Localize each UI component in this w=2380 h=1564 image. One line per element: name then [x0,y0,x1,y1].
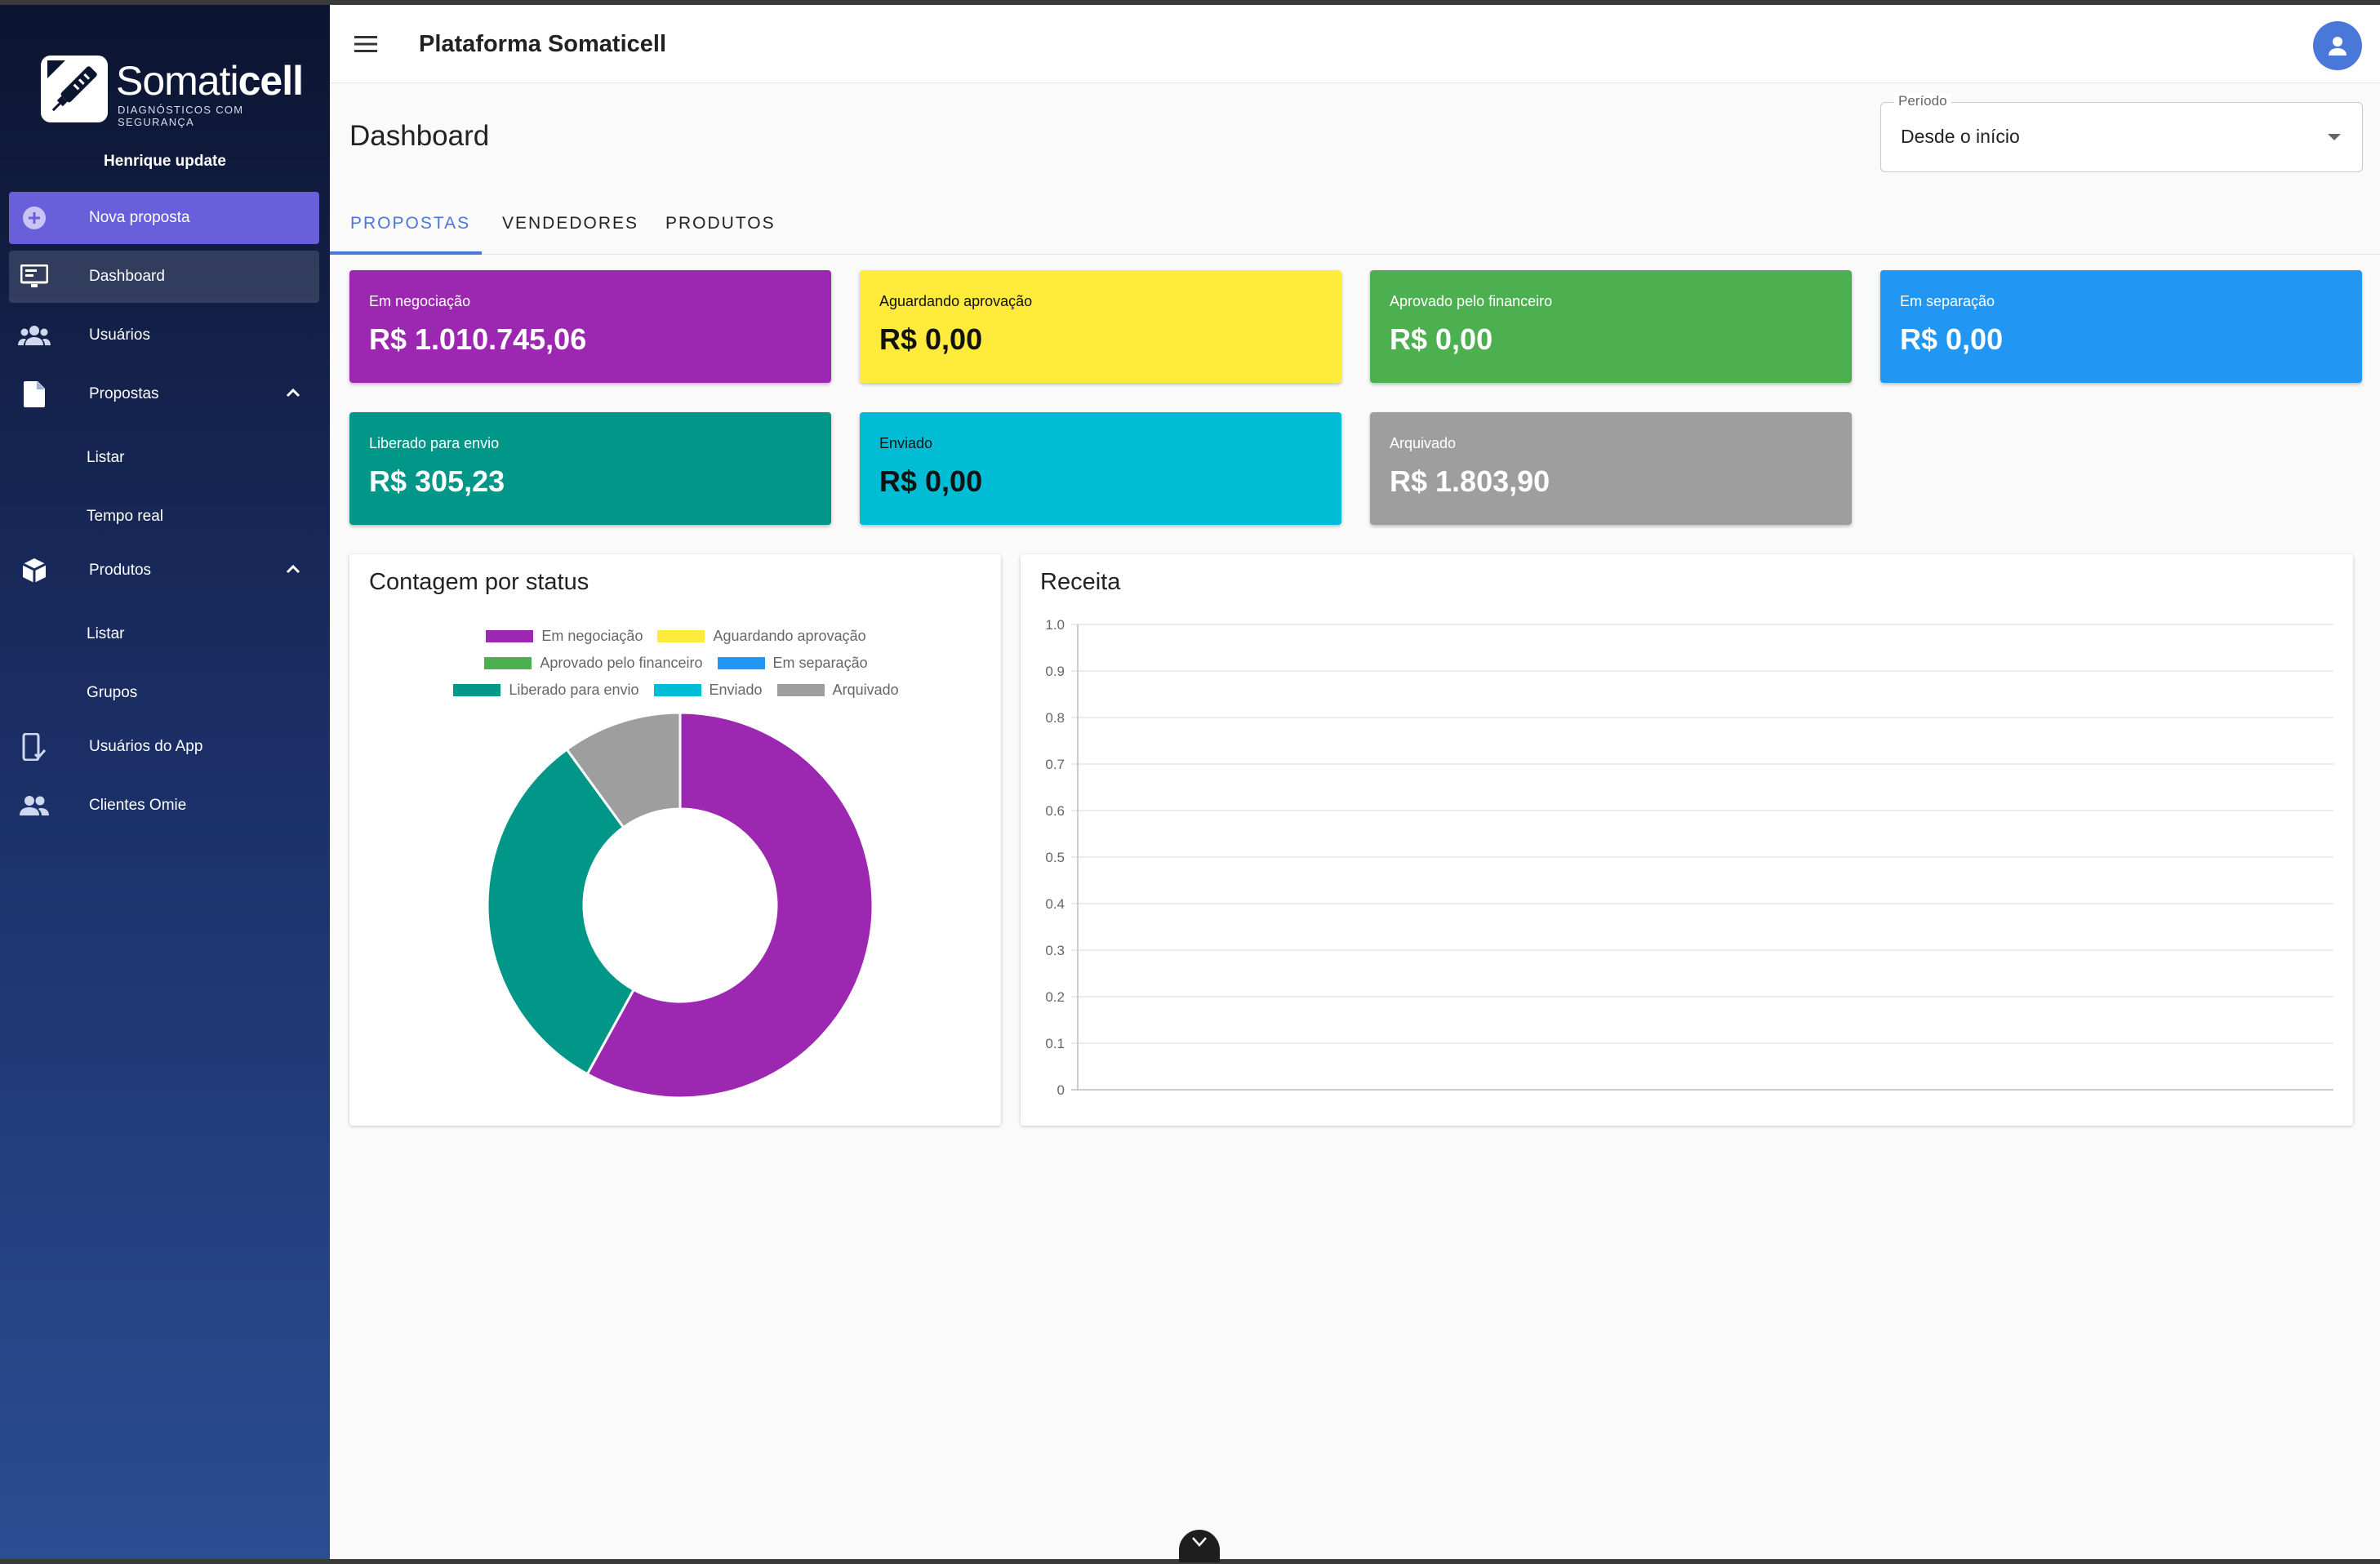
active-tab-indicator [330,251,482,255]
status-card-em-separacao[interactable]: Em separação R$ 0,00 [1880,270,2362,383]
period-select[interactable]: Período Desde o início [1880,93,2363,172]
sidebar-item-label: Clientes Omie [89,797,187,814]
sidebar-subitem-tempo-real[interactable]: Tempo real [87,508,163,526]
tab-propostas[interactable]: PROPOSTAS [350,214,470,233]
brand-name: Somaticell [116,58,304,104]
y-tick-label: 0.7 [1045,757,1065,772]
chevron-up-icon[interactable] [283,559,303,584]
people-icon [18,789,51,822]
top-bar: Plataforma Somaticell [330,5,2380,83]
donut-chart [486,711,874,1100]
user-name: Henrique update [104,153,226,170]
status-card-aguardando-aprovacao[interactable]: Aguardando aprovação R$ 0,00 [860,270,1341,383]
card-value: R$ 0,00 [879,464,983,498]
new-proposal-label: Nova proposta [89,209,190,226]
status-card-aprovado-financeiro[interactable]: Aprovado pelo financeiro R$ 0,00 [1370,270,1852,383]
card-value: R$ 0,00 [879,322,983,356]
add-circle-icon [18,202,51,234]
sidebar-item-dashboard[interactable]: Dashboard [9,251,319,303]
status-card-enviado[interactable]: Enviado R$ 0,00 [860,412,1341,525]
card-value: R$ 1.803,90 [1390,464,1550,498]
account-avatar-icon[interactable] [2313,21,2362,70]
card-value: R$ 0,00 [1390,322,1493,356]
y-tick-label: 0.4 [1045,896,1065,912]
y-tick-label: 0 [1057,1082,1065,1098]
menu-icon[interactable] [351,29,380,59]
sidebar-item-usuarios[interactable]: Usuários [9,309,319,362]
page-title: Dashboard [349,120,490,152]
sidebar-item-usuarios-app[interactable]: Usuários do App [9,721,319,773]
y-tick-label: 0.3 [1045,943,1065,958]
card-value: R$ 305,23 [369,464,505,498]
status-card-liberado-envio[interactable]: Liberado para envio R$ 305,23 [349,412,831,525]
sidebar-item-label: Produtos [89,562,152,579]
chevron-down-icon [1192,1537,1207,1547]
y-tick-label: 1.0 [1045,617,1065,633]
logo-mark [41,56,108,122]
brand-tagline: DIAGNÓSTICOS COM SEGURANÇA [118,104,244,128]
tab-vendedores[interactable]: VENDEDORES [502,214,638,233]
main-content: Plataforma Somaticell Dashboard Período … [330,5,2380,1562]
y-tick-label: 0.8 [1045,710,1065,726]
sidebar-item-propostas[interactable]: Propostas [9,368,319,420]
y-tick-label: 0.6 [1045,803,1065,819]
sidebar-item-label: Propostas [89,385,159,402]
status-card-arquivado[interactable]: Arquivado R$ 1.803,90 [1370,412,1852,525]
revenue-panel: Receita 1.0 0.9 0.8 0.7 0.6 0.5 0.4 0.3 0.2 0.1 0 [1021,554,2353,1126]
card-label: Em separação [1900,293,1995,309]
sidebar-item-produtos[interactable]: Produtos [9,544,319,597]
sidebar-subitem-grupos[interactable]: Grupos [87,684,137,702]
sidebar-item-label: Usuários do App [89,738,203,755]
card-label: Aguardando aprovação [879,293,1033,309]
document-icon [18,378,51,411]
card-label: Enviado [879,435,933,451]
card-value: R$ 1.010.745,06 [369,322,587,356]
card-label: Liberado para envio [369,435,500,451]
logo: Somaticell DIAGNÓSTICOS COM SEGURANÇA [41,52,304,128]
card-value: R$ 0,00 [1900,322,2004,356]
scroll-down-button[interactable] [1179,1530,1220,1562]
box-icon [18,554,51,587]
monitor-icon [18,260,51,293]
phone-check-icon [18,731,51,763]
y-tick-label: 0.2 [1045,989,1065,1005]
new-proposal-button[interactable]: Nova proposta [9,192,319,244]
card-label: Arquivado [1390,435,1457,451]
sidebar-subitem-listar-produtos[interactable]: Listar [87,625,124,643]
tab-bar: PROPOSTAS VENDEDORES PRODUTOS [330,194,2380,255]
card-label: Em negociação [369,293,471,309]
app-window: Somaticell DIAGNÓSTICOS COM SEGURANÇA He… [0,5,2380,1562]
dropdown-arrow-icon [2328,134,2341,140]
period-label: Período [1894,93,1951,109]
card-label: Aprovado pelo financeiro [1390,293,1553,309]
tab-produtos[interactable]: PRODUTOS [665,214,776,233]
users-icon [18,319,51,352]
y-tick-label: 0.5 [1045,850,1065,865]
period-value: Desde o início [1901,126,2020,147]
sidebar-item-label: Dashboard [89,268,165,285]
app-title: Plataforma Somaticell [419,31,666,57]
y-tick-label: 0.1 [1045,1036,1065,1051]
sidebar-subitem-listar-propostas[interactable]: Listar [87,449,124,467]
y-tick-label: 0.9 [1045,664,1065,679]
revenue-line-chart: 1.0 0.9 0.8 0.7 0.6 0.5 0.4 0.3 0.2 0.1 0 [1045,617,2333,1098]
sidebar-item-label: Usuários [89,327,150,344]
chevron-up-icon[interactable] [283,383,303,407]
sidebar: Somaticell DIAGNÓSTICOS COM SEGURANÇA He… [0,5,330,1559]
sidebar-item-clientes-omie[interactable]: Clientes Omie [9,780,319,832]
status-card-em-negociacao[interactable]: Em negociação R$ 1.010.745,06 [349,270,831,383]
status-count-panel: Contagem por status Em negociação Aguard… [349,554,1001,1126]
